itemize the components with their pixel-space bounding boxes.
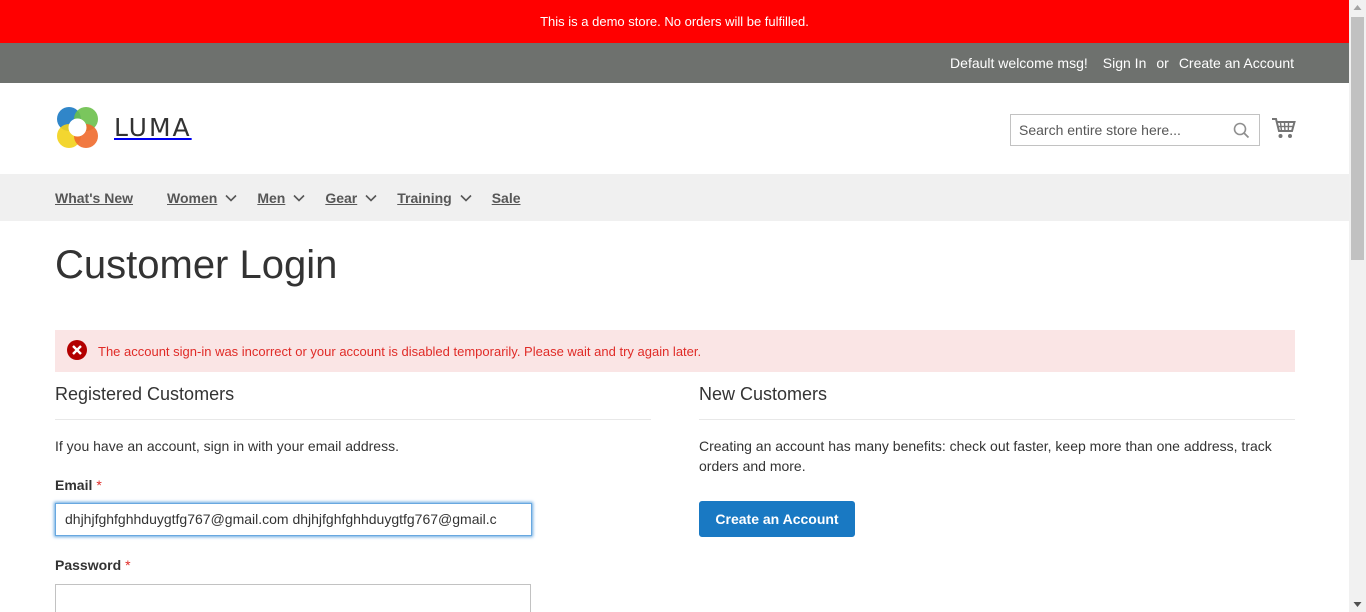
- chevron-down-icon: [225, 194, 237, 202]
- chevron-down-icon: [365, 194, 377, 202]
- chevron-down-icon: [293, 194, 305, 202]
- required-mark: *: [125, 557, 131, 573]
- scrollbar-thumb[interactable]: [1351, 17, 1364, 260]
- scroll-up-arrow-icon[interactable]: [1349, 0, 1366, 17]
- error-message-text: The account sign-in was incorrect or you…: [98, 343, 702, 359]
- nav-item-label: Women: [167, 189, 218, 206]
- new-customers-title: New Customers: [699, 384, 1295, 420]
- nav-item-label: Training: [397, 189, 452, 206]
- logo[interactable]: LUMA: [55, 105, 192, 150]
- password-label-text: Password: [55, 557, 122, 573]
- create-account-button[interactable]: Create an Account: [699, 501, 855, 537]
- vertical-scrollbar[interactable]: [1349, 0, 1366, 612]
- nav-item-men[interactable]: Men: [257, 190, 305, 206]
- nav-item-label: What's New: [55, 189, 134, 206]
- create-account-link[interactable]: Create an Account: [1179, 55, 1294, 71]
- password-label: Password *: [55, 557, 131, 573]
- header-links: Default welcome msg! Sign In or Create a…: [950, 43, 1294, 83]
- main-navigation: What's New Women Men Gear Training Sale: [0, 174, 1349, 221]
- required-mark: *: [96, 477, 102, 493]
- nav-item-gear[interactable]: Gear: [325, 190, 377, 206]
- nav-item-sale[interactable]: Sale: [492, 190, 521, 206]
- new-customers-block: New Customers Creating an account has ma…: [699, 384, 1295, 537]
- or-separator: or: [1156, 55, 1169, 71]
- demo-banner-text: This is a demo store. No orders will be …: [540, 14, 809, 29]
- email-field-value: dhjhjfghfghhduygtfg767@gmail.com dhjhjfg…: [65, 511, 497, 527]
- error-message: The account sign-in was incorrect or you…: [55, 330, 1295, 372]
- search-box: [1010, 114, 1260, 146]
- email-label-text: Email: [55, 477, 93, 493]
- page-title: Customer Login: [55, 243, 338, 287]
- registered-customers-title: Registered Customers: [55, 384, 651, 420]
- nav-item-training[interactable]: Training: [397, 189, 472, 206]
- nav-item-label: Sale: [491, 189, 521, 206]
- error-icon: [67, 339, 87, 363]
- welcome-message: Default welcome msg!: [950, 55, 1088, 71]
- registered-customers-intro: If you have an account, sign in with you…: [55, 438, 399, 454]
- search-icon[interactable]: [1233, 122, 1250, 144]
- password-field[interactable]: [55, 584, 531, 612]
- chevron-down-icon: [460, 194, 472, 202]
- logo-text: LUMA: [114, 113, 192, 142]
- email-label: Email *: [55, 477, 102, 493]
- sign-in-link[interactable]: Sign In: [1103, 55, 1147, 71]
- cart-icon[interactable]: [1271, 116, 1296, 145]
- nav-item-whats-new[interactable]: What's New: [55, 190, 133, 206]
- email-field[interactable]: dhjhjfghfghhduygtfg767@gmail.com dhjhjfg…: [55, 503, 532, 536]
- nav-item-women[interactable]: Women: [167, 190, 237, 206]
- registered-customers-block: Registered Customers If you have an acco…: [55, 384, 651, 612]
- demo-store-banner: This is a demo store. No orders will be …: [0, 0, 1349, 43]
- nav-item-label: Men: [257, 189, 286, 206]
- nav-item-label: Gear: [325, 189, 358, 206]
- luma-logo-icon: [57, 107, 98, 148]
- top-bar: Default welcome msg! Sign In or Create a…: [0, 43, 1349, 83]
- new-customers-text: Creating an account has many benefits: c…: [699, 438, 1272, 474]
- scroll-down-arrow-icon[interactable]: [1349, 595, 1366, 612]
- page-header: LUMA: [0, 83, 1349, 174]
- search-input[interactable]: [1011, 115, 1221, 145]
